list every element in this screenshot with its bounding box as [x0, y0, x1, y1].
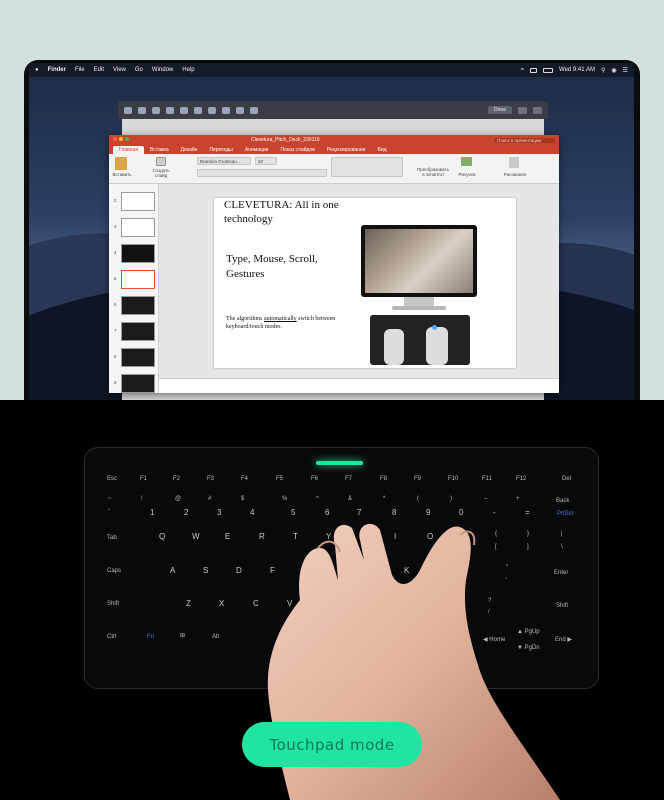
touchpad-mode-button[interactable]: Touchpad mode — [242, 722, 422, 767]
hand-image — [267, 523, 560, 800]
